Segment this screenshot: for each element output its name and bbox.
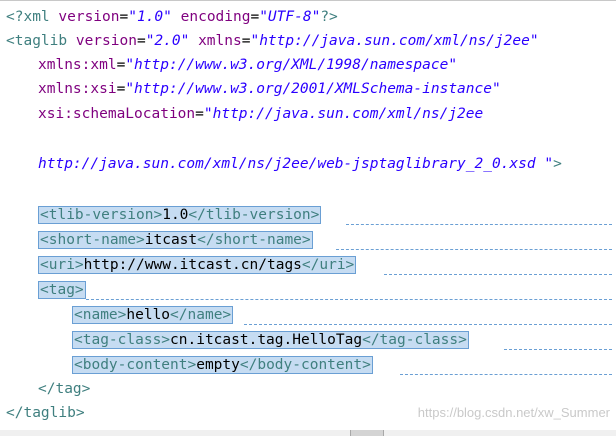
code-line-tlib-version: <tlib-version>1.0</tlib-version> (38, 206, 322, 224)
code-line-taglib-open: <taglib version="2.0" xmlns="http://java… (6, 33, 539, 49)
code-line-short-name: <short-name>itcast</short-name> (38, 231, 313, 249)
selection-boundary (346, 224, 612, 225)
xml-code-editor[interactable]: <?xml version="1.0" encoding="UTF-8"?> <… (0, 0, 616, 431)
selection-boundary (336, 249, 612, 250)
selection-boundary (400, 374, 612, 375)
code-line-taglib-close: </taglib> (6, 405, 85, 421)
code-line-tag-close: </tag> (38, 381, 91, 397)
selection-boundary (504, 349, 612, 350)
selection-boundary (244, 324, 612, 325)
code-line-schema-location: xsi:schemaLocation="http://java.sun.com/… (38, 106, 484, 122)
code-line-tag-open: <tag> (38, 281, 86, 299)
selection-boundary (384, 274, 612, 275)
selection-boundary (86, 299, 612, 300)
code-line-xml-declaration: <?xml version="1.0" encoding="UTF-8"?> (6, 9, 338, 25)
code-line-tag-class: <tag-class>cn.itcast.tag.HelloTag</tag-c… (72, 331, 469, 349)
watermark: https://blog.csdn.net/xw_Summer (417, 405, 610, 420)
code-line-schema-location-continued: http://java.sun.com/xml/ns/j2ee/web-jspt… (38, 156, 562, 172)
code-line-xmlns-xml: xmlns:xml="http://www.w3.org/XML/1998/na… (38, 57, 458, 73)
code-line-name: <name>hello</name> (72, 306, 234, 324)
horizontal-scrollbar[interactable] (0, 430, 616, 436)
code-line-body-content: <body-content>empty</body-content> (72, 356, 373, 374)
code-line-uri: <uri>http://www.itcast.cn/tags</uri> (38, 256, 357, 274)
scrollbar-thumb[interactable] (350, 430, 384, 436)
code-line-xmlns-xsi: xmlns:xsi="http://www.w3.org/2001/XMLSch… (38, 81, 501, 97)
